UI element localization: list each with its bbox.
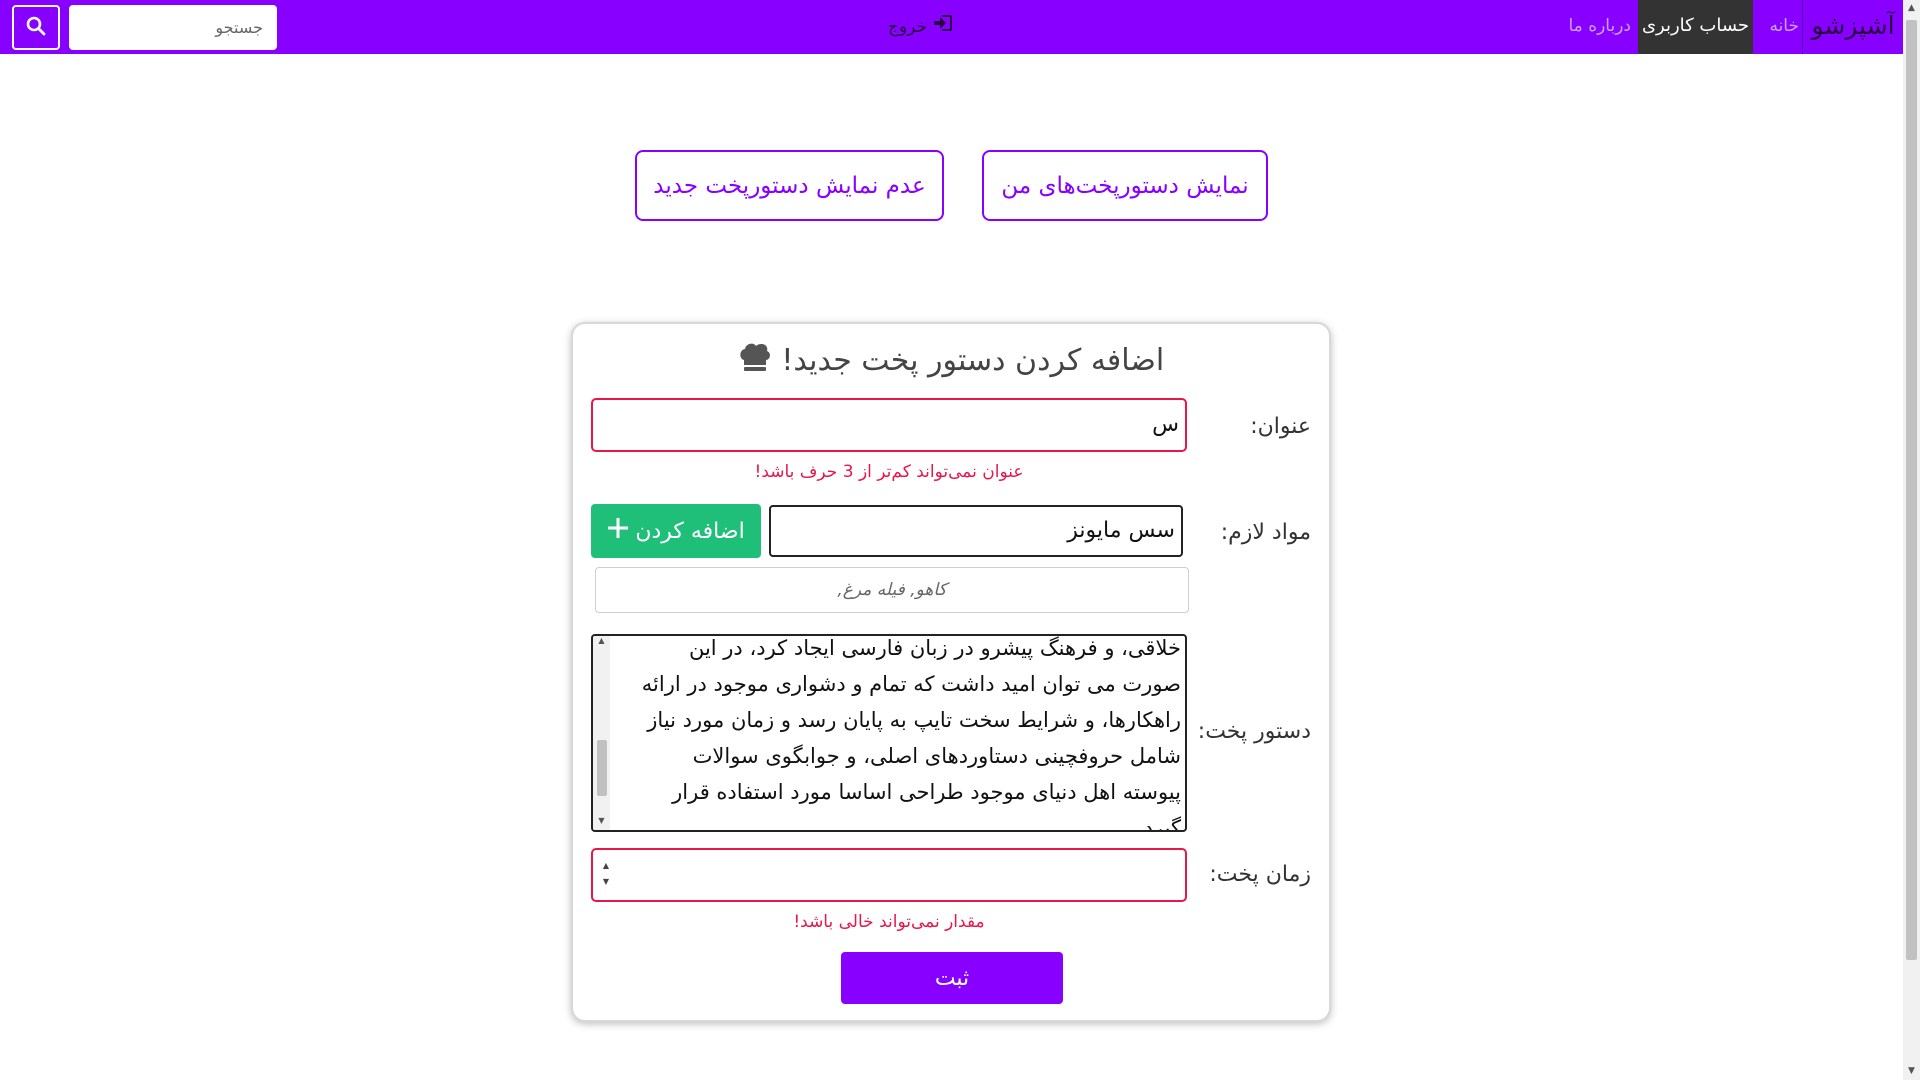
submit-button[interactable]: ثبت	[841, 952, 1063, 1004]
add-ingredient-button[interactable]: اضافه کردن	[591, 504, 761, 558]
nav-about-link[interactable]: درباره ما	[1569, 0, 1632, 54]
plus-icon	[607, 517, 629, 545]
scroll-down-icon[interactable]: ▼	[1903, 1063, 1920, 1080]
number-spinner-icon[interactable]: ▲ ▼	[599, 858, 613, 892]
recipe-label: دستور پخت:	[1197, 719, 1311, 744]
logout-link[interactable]: خروج	[888, 0, 953, 54]
form-title-text: اضافه کردن دستور پخت جدید!	[781, 343, 1165, 378]
title-input-value: س	[1152, 412, 1179, 437]
cook-time-label: زمان پخت:	[1209, 862, 1311, 887]
recipe-line: صورت می توان امید داشت که تمام و دشواری …	[641, 672, 1181, 696]
ingredients-list-field[interactable]: کاهو, فیله مرغ,	[595, 567, 1189, 613]
logout-label: خروج	[888, 17, 928, 37]
recipe-textarea[interactable]: خلاقی، و فرهنگ پیشرو در زبان فارسی ایجاد…	[591, 634, 1187, 832]
search-icon	[26, 16, 46, 40]
cook-time-input[interactable]: ▲ ▼	[591, 848, 1187, 902]
recipe-line: پیوسته اهل دنیای موجود طراحی اساسا مورد …	[672, 780, 1181, 804]
recipe-line: شامل حروفچینی دستاوردهای اصلی، و جوابگوی…	[692, 744, 1181, 768]
textarea-scrollbar-thumb[interactable]	[597, 740, 607, 796]
recipe-text: خلاقی، و فرهنگ پیشرو در زبان فارسی ایجاد…	[613, 636, 1181, 832]
scroll-up-icon[interactable]: ▲	[1903, 0, 1920, 17]
logout-icon	[933, 0, 953, 54]
add-ingredient-label: اضافه کردن	[635, 518, 745, 544]
nav-home-link[interactable]: خانه	[1769, 0, 1799, 54]
ingredient-input-value: سس مایونز	[1067, 518, 1175, 543]
chef-hat-icon	[738, 342, 772, 380]
nav-account-link[interactable]: حساب کاربری	[1638, 0, 1753, 54]
title-label: عنوان:	[1250, 414, 1311, 439]
ingredients-label: مواد لازم:	[1220, 520, 1311, 545]
ingredients-placeholder: کاهو, فیله مرغ,	[837, 580, 947, 600]
page-scrollbar[interactable]: ▲ ▼	[1903, 0, 1920, 1080]
textarea-scroll-down-icon[interactable]: ▼	[593, 816, 610, 830]
navbar: آشپزشو خانه حساب کاربری درباره ما خروج	[0, 0, 1903, 54]
title-input[interactable]: س	[591, 398, 1187, 452]
form-title: اضافه کردن دستور پخت جدید!	[573, 342, 1329, 380]
show-my-recipes-button[interactable]: نمایش دستورپخت‌های من	[982, 150, 1268, 221]
search-button[interactable]	[12, 5, 60, 50]
textarea-scroll-up-icon[interactable]: ▲	[593, 636, 610, 650]
scrollbar-thumb[interactable]	[1906, 20, 1917, 960]
textarea-scrollbar[interactable]: ▲ ▼	[593, 636, 610, 830]
title-error: عنوان نمی‌تواند کم‌تر از 3 حرف باشد!	[754, 462, 1024, 482]
new-recipe-card: اضافه کردن دستور پخت جدید! عنوان: س عنوا…	[571, 322, 1331, 1022]
recipe-line: گیرد.	[1137, 816, 1181, 832]
recipe-line: خلاقی، و فرهنگ پیشرو در زبان فارسی ایجاد…	[688, 636, 1181, 660]
hide-new-recipe-button[interactable]: عدم نمایش دستورپخت جدید	[635, 150, 944, 221]
cook-time-error: مقدار نمی‌تواند خالی باشد!	[793, 912, 985, 932]
brand-logo[interactable]: آشپزشو	[1802, 0, 1903, 54]
ingredient-input[interactable]: سس مایونز	[769, 505, 1183, 557]
search-input[interactable]	[69, 5, 277, 50]
recipe-line: راهکارها، و شرایط سخت تایپ به پایان رسد …	[647, 708, 1181, 732]
